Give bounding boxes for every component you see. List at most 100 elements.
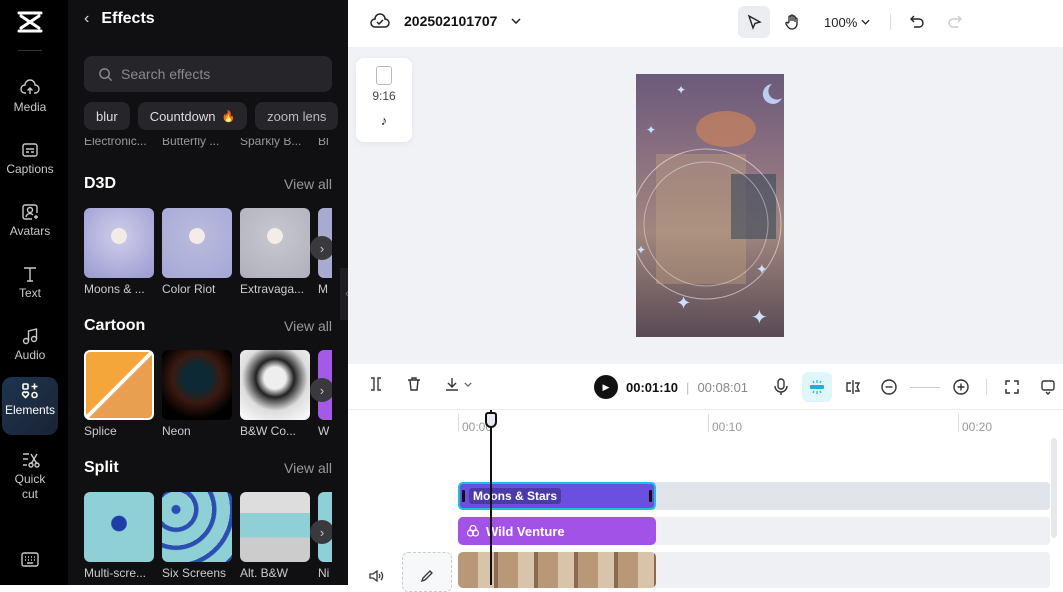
capcut-logo[interactable] bbox=[16, 10, 44, 34]
select-tool-button[interactable] bbox=[738, 6, 770, 38]
thumb-label: M bbox=[318, 282, 328, 296]
divider bbox=[18, 50, 42, 51]
thumb-label: Splice bbox=[84, 424, 117, 438]
download-icon bbox=[446, 378, 458, 391]
thumb-label: Electronic... bbox=[84, 138, 147, 148]
trim-handle-right[interactable] bbox=[649, 490, 652, 502]
search-effects-input[interactable]: Search effects bbox=[84, 56, 332, 92]
thumb-label: Extravaga... bbox=[240, 282, 305, 296]
chip-zoom-lens[interactable]: zoom lens bbox=[255, 102, 339, 130]
effect-thumb[interactable]: Color Riot bbox=[162, 208, 232, 298]
rail-item-text[interactable]: Text bbox=[2, 260, 58, 316]
view-all-link[interactable]: View all bbox=[284, 460, 332, 476]
music-note-icon bbox=[22, 328, 38, 345]
section-title: D3D bbox=[84, 175, 117, 192]
preview-mode-button[interactable] bbox=[1033, 372, 1063, 402]
thumbnail-image bbox=[84, 208, 154, 278]
current-time: 00:01:10 bbox=[626, 379, 679, 395]
chevron-down-icon bbox=[511, 18, 521, 24]
effect-thumb[interactable]: Extravaga... bbox=[240, 208, 310, 298]
effect-clip[interactable]: Moons & Stars bbox=[458, 482, 656, 510]
divider bbox=[890, 14, 892, 30]
view-all-link[interactable]: View all bbox=[284, 318, 332, 334]
playhead-handle[interactable] bbox=[485, 412, 497, 428]
fit-timeline-button[interactable] bbox=[997, 372, 1027, 402]
tiktok-icon: ♪ bbox=[380, 113, 388, 128]
effect-thumb[interactable]: Alt. B&W bbox=[240, 492, 310, 582]
redo-button[interactable] bbox=[939, 6, 971, 38]
cloud-saved-icon bbox=[370, 13, 390, 28]
effect-thumb[interactable]: Neon bbox=[162, 350, 232, 440]
rail-label: Media bbox=[13, 100, 47, 114]
section-d3d: D3D View all Moons & ... Color Riot Extr… bbox=[84, 174, 332, 298]
rail-item-avatars[interactable]: Avatars bbox=[2, 198, 58, 254]
text-icon bbox=[24, 267, 36, 282]
play-button[interactable]: ▶ bbox=[594, 375, 618, 399]
trim-handle-left[interactable] bbox=[462, 490, 465, 502]
aspect-ratio-button[interactable]: 9:16 ♪ bbox=[356, 58, 412, 142]
zoom-in-button[interactable] bbox=[946, 372, 976, 402]
total-duration: 00:08:01 bbox=[697, 379, 749, 395]
magnet-snap-button[interactable] bbox=[802, 372, 832, 402]
time-ruler[interactable]: 00:00 00:10 00:20 bbox=[458, 410, 1058, 434]
thumbnail-image bbox=[162, 350, 232, 420]
trash-icon[interactable] bbox=[406, 376, 422, 392]
left-rail: Media Captions Avatars Text Audio Elemen… bbox=[0, 0, 68, 585]
keyboard-icon[interactable] bbox=[20, 551, 40, 569]
record-voiceover-button[interactable] bbox=[766, 372, 796, 402]
zoom-out-button[interactable] bbox=[874, 372, 904, 402]
effects-panel: ‹ Effects Search effects blur Countdown 🔥… bbox=[68, 0, 348, 585]
effect-thumb[interactable]: Splice bbox=[84, 350, 154, 440]
thumb-label: Butterfly ... bbox=[162, 138, 220, 148]
scroll-right-button[interactable]: › bbox=[310, 236, 332, 260]
split-clip-button[interactable] bbox=[838, 372, 868, 402]
thumbnail-image bbox=[162, 208, 232, 278]
vertical-scrollbar[interactable] bbox=[1051, 438, 1057, 538]
rail-item-elements[interactable]: Elements bbox=[2, 377, 58, 435]
playhead-line[interactable] bbox=[490, 410, 492, 585]
cover-button[interactable] bbox=[402, 552, 452, 592]
rail-item-quick-cut[interactable]: Quick cut bbox=[2, 446, 58, 506]
effect-clip-label: Moons & Stars bbox=[469, 488, 562, 504]
hand-tool-button[interactable] bbox=[776, 6, 808, 38]
thumb-label: W bbox=[318, 424, 330, 438]
quick-cut-icon bbox=[23, 453, 40, 468]
filter-icon bbox=[466, 524, 480, 537]
effect-thumb[interactable]: Multi-scre... bbox=[84, 492, 154, 582]
scroll-right-button[interactable]: › bbox=[310, 378, 332, 402]
zoom-level: 100% bbox=[824, 14, 858, 30]
filter-clip[interactable]: Wild Venture bbox=[458, 517, 656, 545]
effect-thumb[interactable]: Moons & ... bbox=[84, 208, 154, 298]
video-clip[interactable] bbox=[458, 552, 656, 588]
view-all-link[interactable]: View all bbox=[284, 176, 332, 192]
thumb-label: Color Riot bbox=[162, 282, 216, 296]
svg-text:✦: ✦ bbox=[676, 83, 686, 97]
canvas-area: 9:16 ♪ ✦ ✦ ✦ ✦ ✦ ✦ bbox=[348, 48, 1063, 364]
timeline-zoom-slider[interactable] bbox=[910, 386, 940, 388]
rail-item-captions[interactable]: Captions bbox=[2, 136, 58, 192]
play-icon: ▶ bbox=[602, 381, 610, 392]
project-title-group[interactable]: 202502101707 bbox=[370, 12, 521, 30]
download-dropdown[interactable] bbox=[444, 376, 472, 392]
undo-button[interactable] bbox=[901, 6, 933, 38]
section-split: Split View all Multi-scre... Six Screens… bbox=[84, 458, 332, 582]
mute-audio-icon[interactable] bbox=[368, 568, 384, 584]
ruler-label: 00:20 bbox=[962, 420, 993, 434]
captions-icon bbox=[22, 143, 38, 157]
effect-thumb[interactable]: Six Screens bbox=[162, 492, 232, 582]
rail-item-audio[interactable]: Audio bbox=[2, 322, 58, 378]
chevron-down-icon bbox=[861, 19, 870, 25]
scroll-right-button[interactable]: › bbox=[310, 520, 332, 544]
chip-countdown[interactable]: Countdown 🔥 bbox=[137, 102, 248, 130]
split-icon[interactable] bbox=[368, 376, 384, 392]
chip-blur[interactable]: blur bbox=[84, 102, 130, 130]
effect-thumb[interactable]: B&W Co... bbox=[240, 350, 310, 440]
rail-item-media[interactable]: Media bbox=[2, 74, 58, 130]
rail-label: Audio bbox=[14, 348, 46, 362]
thumb-label: Alt. B&W bbox=[240, 566, 289, 580]
timeline[interactable]: 00:00 00:10 00:20 Moons & Stars Wild Ven… bbox=[348, 410, 1063, 592]
back-chevron-icon[interactable]: ‹ bbox=[84, 10, 89, 28]
zoom-dropdown[interactable]: 100% bbox=[814, 15, 880, 30]
video-preview[interactable]: ✦ ✦ ✦ ✦ ✦ ✦ bbox=[636, 74, 784, 337]
section-cartoon: Cartoon View all Splice Neon B&W Co... W… bbox=[84, 316, 332, 440]
